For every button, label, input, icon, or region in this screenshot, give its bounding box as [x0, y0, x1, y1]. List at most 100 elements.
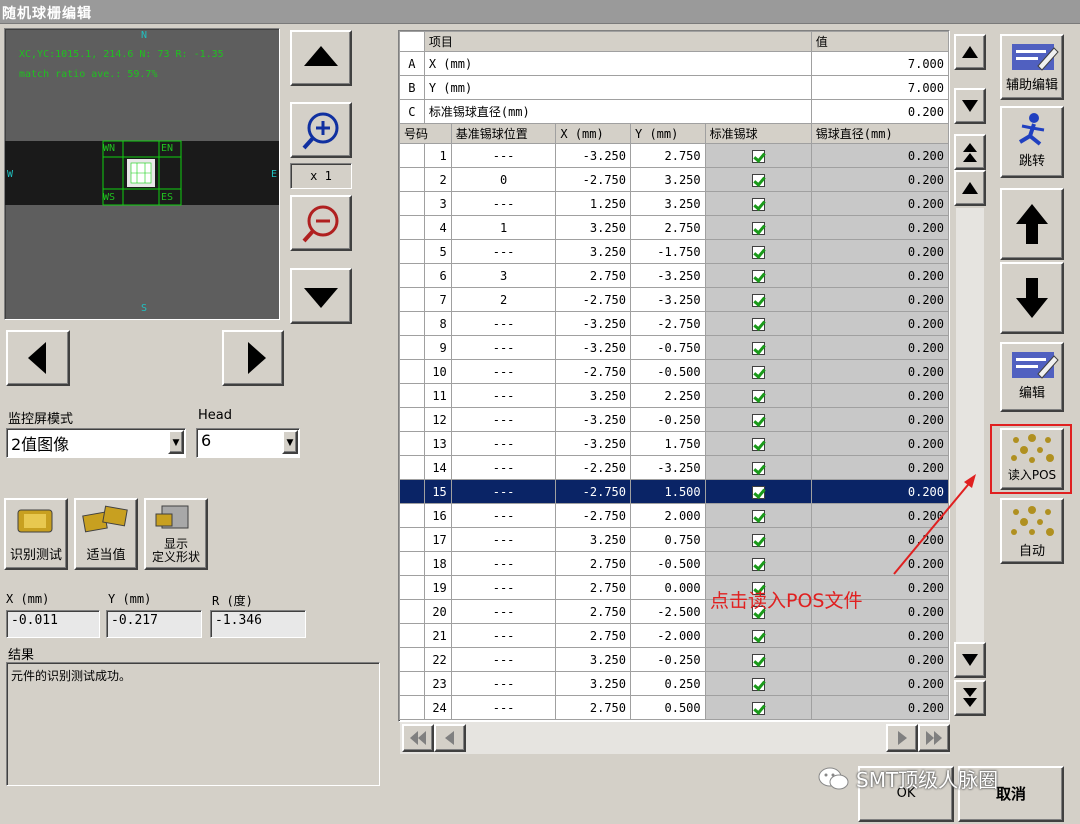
checkbox[interactable]	[751, 653, 765, 667]
cell-x[interactable]: 3.250	[555, 239, 631, 264]
cell-ref-position[interactable]: ---	[450, 431, 557, 456]
cell-ref-position[interactable]: ---	[450, 695, 557, 720]
cell-ref-position[interactable]: ---	[450, 455, 557, 480]
cell-ref-position[interactable]: ---	[450, 551, 557, 576]
cell-standard-ball[interactable]	[704, 263, 812, 288]
cell-ball-diameter[interactable]: 0.200	[810, 623, 949, 648]
cell-standard-ball[interactable]	[704, 527, 812, 552]
cell-ref-position[interactable]: ---	[450, 311, 557, 336]
cell-x[interactable]: -3.250	[555, 407, 631, 432]
cell-standard-ball[interactable]	[704, 215, 812, 240]
monitor-mode-select[interactable]: 2值图像 ▼	[6, 428, 186, 458]
cell-number[interactable]: 20	[423, 599, 452, 624]
table-row[interactable]: 12 --- -3.250 -0.250 0.200	[399, 407, 949, 432]
read-pos-button[interactable]: 读入POS	[1000, 428, 1064, 490]
cell-ball-diameter[interactable]: 0.200	[810, 263, 949, 288]
checkbox[interactable]	[751, 437, 765, 451]
cell-ball-diameter[interactable]: 0.200	[810, 287, 949, 312]
cell-y[interactable]: -0.500	[630, 359, 706, 384]
cell-ref-position[interactable]: ---	[450, 383, 557, 408]
move-row-down-button[interactable]	[1000, 262, 1064, 334]
move-up-button[interactable]	[290, 30, 352, 86]
checkbox[interactable]	[751, 269, 765, 283]
cell-ref-position[interactable]: 3	[450, 263, 557, 288]
cell-y[interactable]: 0.750	[630, 527, 706, 552]
cell-ref-position[interactable]: 0	[450, 167, 557, 192]
cell-y[interactable]: -0.750	[630, 335, 706, 360]
cell-y[interactable]: -0.250	[630, 407, 706, 432]
cell-number[interactable]: 16	[423, 503, 452, 528]
cell-ball-diameter[interactable]: 0.200	[810, 431, 949, 456]
cell-y[interactable]: 2.000	[630, 503, 706, 528]
auto-button[interactable]: 自动	[1000, 498, 1064, 564]
checkbox[interactable]	[751, 245, 765, 259]
param-row[interactable]: A X (mm) 7.000	[399, 51, 949, 76]
cell-standard-ball[interactable]	[704, 359, 812, 384]
move-right-button[interactable]	[222, 330, 284, 386]
cell-ref-position[interactable]: ---	[450, 191, 557, 216]
table-row[interactable]: 18 --- 2.750 -0.500 0.200	[399, 551, 949, 576]
jump-button[interactable]: 跳转	[1000, 106, 1064, 178]
cell-y[interactable]: -3.250	[630, 263, 706, 288]
cell-number[interactable]: 14	[423, 455, 452, 480]
cell-ball-diameter[interactable]: 0.200	[810, 647, 949, 672]
checkbox[interactable]	[751, 173, 765, 187]
cell-number[interactable]: 1	[423, 143, 452, 168]
cell-x[interactable]: -3.250	[555, 311, 631, 336]
table-row[interactable]: 21 --- 2.750 -2.000 0.200	[399, 623, 949, 648]
table-row[interactable]: 17 --- 3.250 0.750 0.200	[399, 527, 949, 552]
cell-ball-diameter[interactable]: 0.200	[810, 215, 949, 240]
scroll-left-button[interactable]	[434, 724, 466, 752]
cell-ref-position[interactable]: ---	[450, 527, 557, 552]
cell-number[interactable]: 2	[423, 167, 452, 192]
cell-x[interactable]: -3.250	[555, 431, 631, 456]
cell-number[interactable]: 19	[423, 575, 452, 600]
table-row[interactable]: 13 --- -3.250 1.750 0.200	[399, 431, 949, 456]
move-row-up-button[interactable]	[1000, 188, 1064, 260]
cell-y[interactable]: -3.250	[630, 455, 706, 480]
cell-number[interactable]: 13	[423, 431, 452, 456]
scroll-page-up-button[interactable]	[954, 170, 986, 206]
cell-standard-ball[interactable]	[704, 671, 812, 696]
cell-standard-ball[interactable]	[704, 503, 812, 528]
cell-standard-ball[interactable]	[704, 623, 812, 648]
cell-number[interactable]: 18	[423, 551, 452, 576]
cell-ball-diameter[interactable]: 0.200	[810, 695, 949, 720]
cell-standard-ball[interactable]	[704, 287, 812, 312]
cell-y[interactable]: -2.500	[630, 599, 706, 624]
cell-ref-position[interactable]: ---	[450, 671, 557, 696]
cell-y[interactable]: 0.000	[630, 575, 706, 600]
table-row[interactable]: 15 --- -2.750 1.500 0.200	[399, 479, 949, 504]
cell-y[interactable]: 0.250	[630, 671, 706, 696]
cell-ref-position[interactable]: ---	[450, 239, 557, 264]
checkbox[interactable]	[751, 293, 765, 307]
head-select[interactable]: 6 ▼	[196, 428, 300, 458]
checkbox[interactable]	[751, 557, 765, 571]
checkbox[interactable]	[751, 221, 765, 235]
move-down-button[interactable]	[290, 268, 352, 324]
scroll-up-button[interactable]	[954, 34, 986, 70]
cell-number[interactable]: 17	[423, 527, 452, 552]
cell-standard-ball[interactable]	[704, 383, 812, 408]
cell-ref-position[interactable]: ---	[450, 647, 557, 672]
param-row[interactable]: C 标准锡球直径(mm) 0.200	[399, 99, 949, 124]
horizontal-scrollbar[interactable]	[400, 722, 950, 754]
cell-standard-ball[interactable]	[704, 143, 812, 168]
cell-ref-position[interactable]: 2	[450, 287, 557, 312]
cell-ball-diameter[interactable]: 0.200	[810, 335, 949, 360]
checkbox[interactable]	[751, 149, 765, 163]
cell-y[interactable]: -2.000	[630, 623, 706, 648]
cell-standard-ball[interactable]	[704, 407, 812, 432]
cell-ref-position[interactable]: ---	[450, 623, 557, 648]
cell-number[interactable]: 8	[423, 311, 452, 336]
table-row[interactable]: 14 --- -2.250 -3.250 0.200	[399, 455, 949, 480]
checkbox[interactable]	[751, 677, 765, 691]
table-row[interactable]: 9 --- -3.250 -0.750 0.200	[399, 335, 949, 360]
cell-y[interactable]: 0.500	[630, 695, 706, 720]
cell-ball-diameter[interactable]: 0.200	[810, 407, 949, 432]
cell-x[interactable]: 1.250	[555, 191, 631, 216]
cell-x[interactable]: 3.250	[555, 527, 631, 552]
edit-button[interactable]: 编辑	[1000, 342, 1064, 412]
cell-x[interactable]: -2.750	[555, 167, 631, 192]
cell-ball-diameter[interactable]: 0.200	[810, 311, 949, 336]
